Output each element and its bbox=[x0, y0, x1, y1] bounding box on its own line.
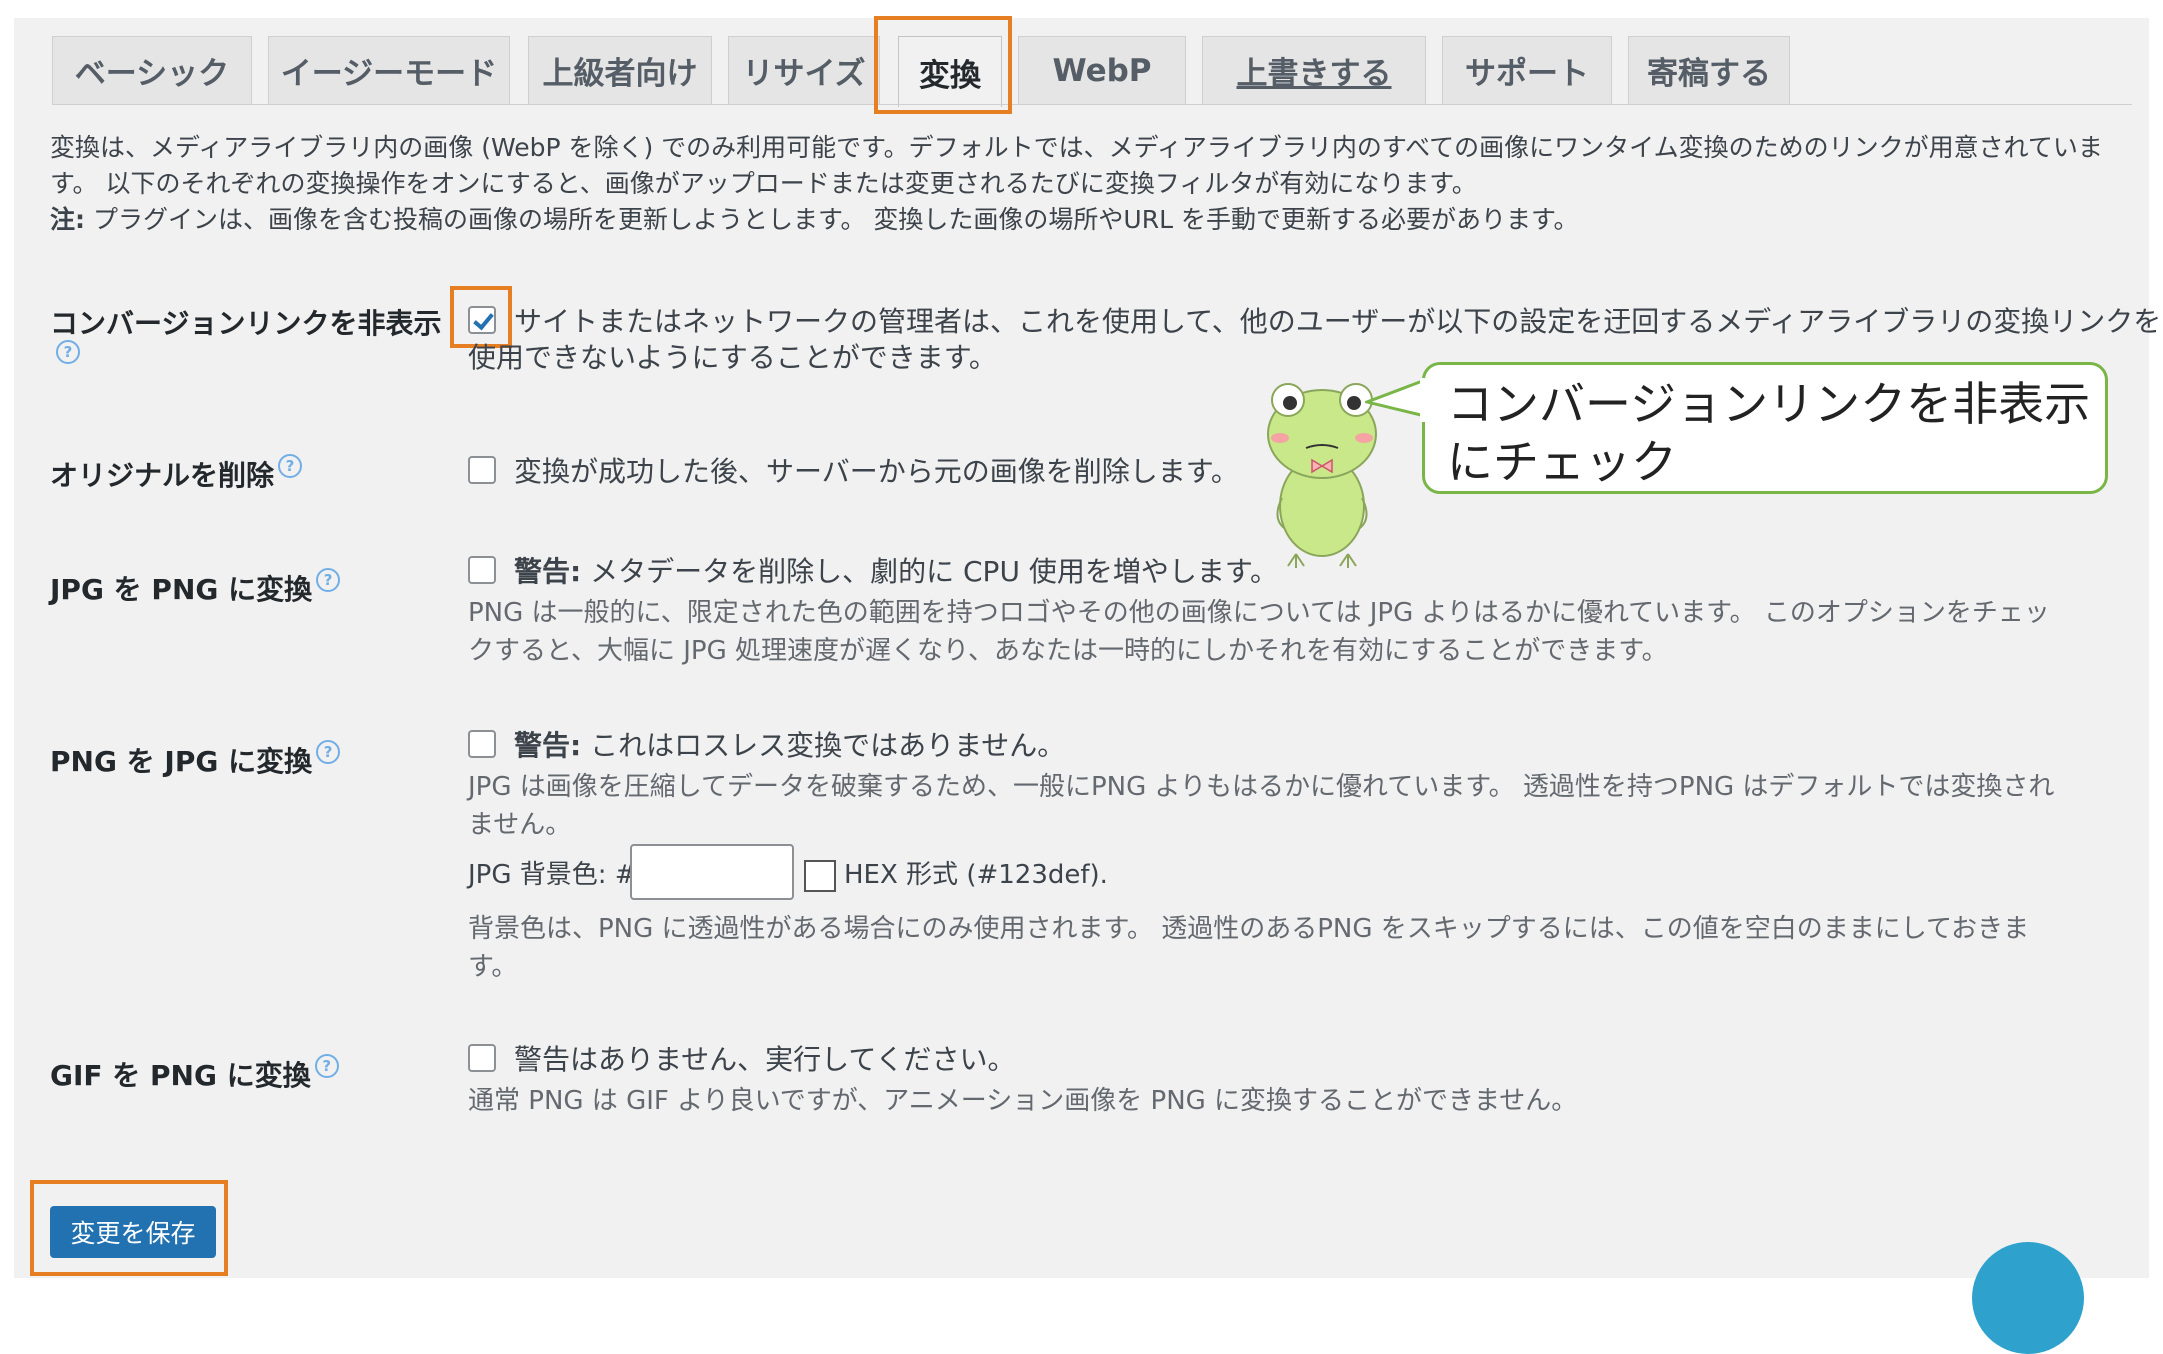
warning-label: 警告: bbox=[514, 555, 582, 588]
gif-to-png-desc: 通常 PNG は GIF より良いですが、アニメーション画像を PNG に変換す… bbox=[468, 1086, 1578, 1116]
png-to-jpg-checkbox[interactable] bbox=[468, 730, 496, 758]
png-to-jpg-desc-1: JPG は画像を圧縮してデータを破棄するため、一般にPNG よりもはるかに優れて… bbox=[468, 772, 2055, 802]
gif-to-png-label: GIF を PNG に変換? bbox=[50, 1054, 339, 1094]
tab-webp[interactable]: WebP bbox=[1018, 36, 1186, 104]
jpg-to-png-label-text: JPG を PNG に変換 bbox=[50, 573, 313, 606]
tab-advanced[interactable]: 上級者向け bbox=[528, 36, 712, 104]
gif-to-png-checkbox[interactable] bbox=[468, 1044, 496, 1072]
jpg-bg-color-input[interactable] bbox=[630, 844, 794, 900]
intro-line-1: 変換は、メディアライブラリ内の画像 (WebP を除く) でのみ利用可能です。デ… bbox=[50, 133, 2103, 162]
tab-support[interactable]: サポート bbox=[1442, 36, 1612, 104]
bg-desc-2: す。 bbox=[468, 952, 518, 982]
delete-original-text: 変換が成功した後、サーバーから元の画像を削除します。 bbox=[514, 455, 1239, 488]
question-circle-icon[interactable]: ? bbox=[316, 740, 341, 764]
delete-original-checkbox[interactable] bbox=[468, 456, 496, 484]
gif-to-png-label-text: GIF を PNG に変換 bbox=[50, 1059, 311, 1092]
hide-link-text-1: サイトまたはネットワークの管理者は、これを使用して、他のユーザーが以下の設定を迂… bbox=[514, 305, 2162, 338]
delete-original-label: オリジナルを削除? bbox=[50, 454, 303, 494]
hide-link-label: コンバージョンリンクを非表示 bbox=[50, 307, 442, 340]
hide-link-help-wrapper: ? bbox=[52, 340, 80, 364]
jpg-to-png-label: JPG を PNG に変換? bbox=[50, 568, 341, 608]
warning-text: これはロスレス変換ではありません。 bbox=[581, 729, 1066, 762]
question-circle-icon[interactable]: ? bbox=[278, 454, 303, 478]
callout-tail bbox=[1365, 378, 1426, 418]
note-text: プラグインは、画像を含む投稿の画像の場所を更新しようとします。 変換した画像の場… bbox=[85, 205, 1579, 234]
active-tab-highlight bbox=[874, 16, 1012, 114]
tab-overrides-label: 上書きする bbox=[1236, 56, 1392, 92]
frog-mascot-icon bbox=[1267, 383, 1377, 568]
jpg-to-png-warning: 警告: メタデータを削除し、劇的に CPU 使用を増やします。 bbox=[514, 550, 1278, 590]
tab-divider bbox=[52, 104, 2132, 105]
jpg-to-png-desc-2: クすると、大幅に JPG 処理速度が遅くなり、あなたは一時的にしかそれを有効にす… bbox=[468, 636, 1668, 666]
png-to-jpg-warning: 警告: これはロスレス変換ではありません。 bbox=[514, 724, 1065, 764]
callout-tail-cover bbox=[1420, 378, 1428, 422]
intro-text: 変換は、メディアライブラリ内の画像 (WebP を除く) でのみ利用可能です。デ… bbox=[50, 130, 2110, 238]
jpg-to-png-desc-1: PNG は一般的に、限定された色の範囲を持つロゴやその他の画像については JPG… bbox=[468, 598, 2050, 628]
tab-contribute[interactable]: 寄稿する bbox=[1628, 36, 1790, 104]
bg-desc-1: 背景色は、PNG に透過性がある場合にのみ使用されます。 透過性のあるPNG を… bbox=[468, 914, 2030, 944]
intro-note: 注: プラグインは、画像を含む投稿の画像の場所を更新しようとします。 変換した画… bbox=[50, 202, 2110, 238]
note-label: 注: bbox=[50, 205, 85, 234]
callout-line-1: コンバージョンリンクを非表示 bbox=[1447, 377, 2091, 431]
hex-format-hint: HEX 形式 (#123def). bbox=[844, 860, 1108, 890]
png-to-jpg-label: PNG を JPG に変換? bbox=[50, 740, 341, 780]
png-to-jpg-label-text: PNG を JPG に変換 bbox=[50, 745, 313, 778]
color-swatch bbox=[804, 860, 836, 892]
warning-label: 警告: bbox=[514, 729, 582, 762]
jpg-to-png-checkbox[interactable] bbox=[468, 556, 496, 584]
hide-link-text-2: 使用できないようにすることができます。 bbox=[468, 341, 997, 374]
intro-line-2: す。 以下のそれぞれの変換操作をオンにすると、画像がアップロードまたは変更される… bbox=[50, 169, 1477, 198]
jpg-bg-label: JPG 背景色: # bbox=[468, 860, 637, 890]
png-to-jpg-desc-2: ません。 bbox=[468, 810, 572, 840]
question-circle-icon[interactable]: ? bbox=[316, 568, 341, 592]
tab-easy-mode[interactable]: イージーモード bbox=[268, 36, 510, 104]
question-circle-icon[interactable]: ? bbox=[314, 1054, 339, 1078]
gif-to-png-text: 警告はありません、実行してください。 bbox=[514, 1043, 1016, 1076]
tab-overrides[interactable]: 上書きする bbox=[1202, 36, 1426, 104]
warning-text: メタデータを削除し、劇的に CPU 使用を増やします。 bbox=[581, 555, 1279, 588]
annotation-callout: コンバージョンリンクを非表示 にチェック bbox=[1422, 362, 2108, 494]
tab-resize[interactable]: リサイズ bbox=[728, 36, 880, 104]
question-circle-icon[interactable]: ? bbox=[56, 340, 80, 364]
callout-line-2: にチェック bbox=[1447, 435, 1677, 489]
save-button-highlight bbox=[30, 1180, 228, 1276]
floating-help-button[interactable] bbox=[1972, 1242, 2084, 1354]
tab-basic[interactable]: ベーシック bbox=[52, 36, 252, 104]
delete-original-label-text: オリジナルを削除 bbox=[50, 459, 275, 492]
